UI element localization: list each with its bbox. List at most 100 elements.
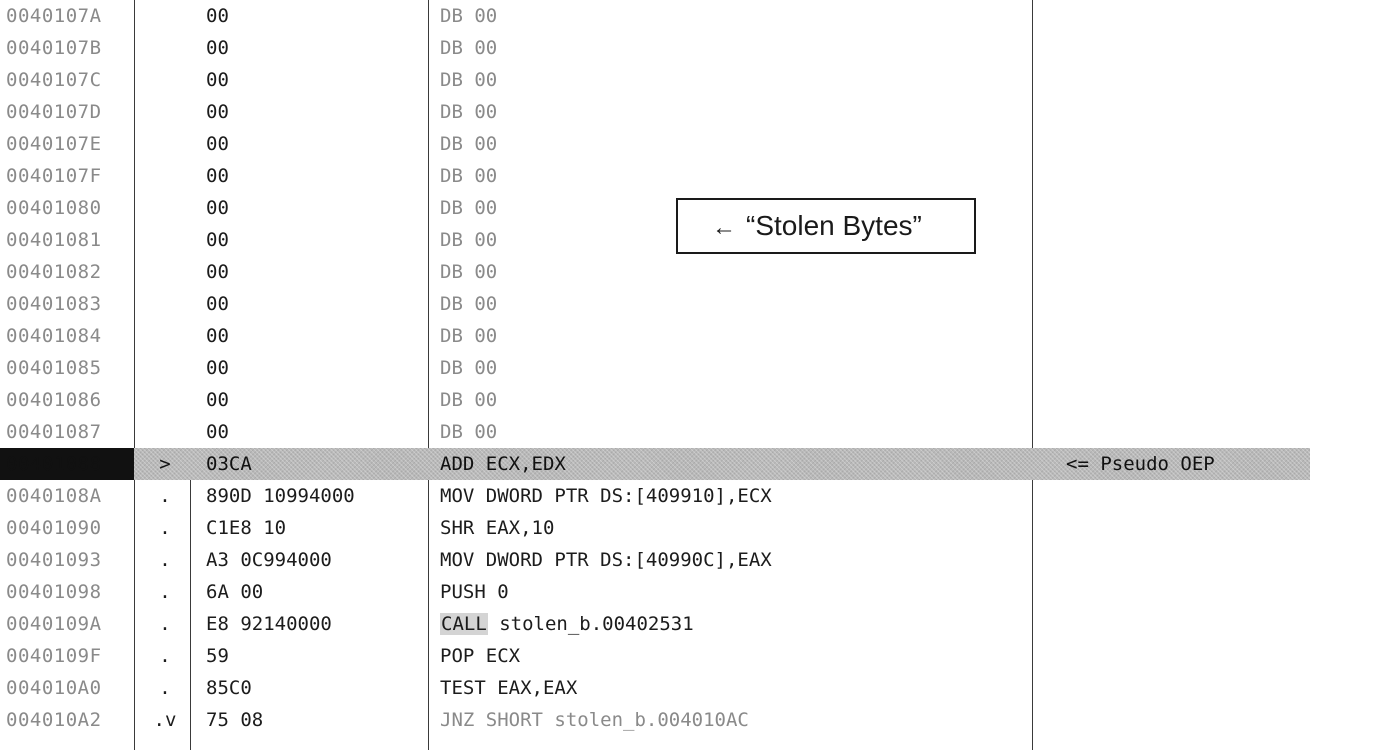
jump-marker: . xyxy=(159,645,171,667)
address-cell: 00401098 xyxy=(6,581,102,603)
instruction-cell: DB 00 xyxy=(440,293,498,315)
disasm-row[interactable]: 0040108A . 890D 10994000 MOV DWORD PTR D… xyxy=(0,480,1310,512)
instruction-cell: MOV DWORD PTR DS:[409910],ECX xyxy=(440,485,772,507)
disasm-row[interactable]: 00401084 00 DB 00 xyxy=(0,320,1310,352)
jump-marker: . xyxy=(159,581,171,603)
disasm-row[interactable]: 00401087 00 DB 00 xyxy=(0,416,1310,448)
comment-cell xyxy=(1066,224,1306,256)
jump-marker: . xyxy=(159,613,171,635)
left-arrow-icon: ← xyxy=(712,214,736,241)
hex-bytes-cell: 00 xyxy=(206,165,229,187)
hex-bytes-cell: 6A 00 xyxy=(206,581,264,603)
disassembly-pane[interactable]: 0040107A 00 DB 00 0040107B 00 DB 00 0040… xyxy=(0,0,1310,750)
disasm-row[interactable]: 004010A2 .v 75 08 JNZ SHORT stolen_b.004… xyxy=(0,704,1310,736)
instruction-cell: POP ECX xyxy=(440,645,521,667)
hex-bytes-cell: 59 xyxy=(206,645,229,667)
jump-marker xyxy=(150,128,180,160)
address-cell: 00401083 xyxy=(6,293,102,315)
disasm-row[interactable]: 0040107B 00 DB 00 xyxy=(0,32,1310,64)
disasm-row[interactable]: 00401093 . A3 0C994000 MOV DWORD PTR DS:… xyxy=(0,544,1310,576)
comment-cell xyxy=(1066,576,1306,608)
jump-marker: . xyxy=(159,677,171,699)
hex-bytes-cell: 890D 10994000 xyxy=(206,485,355,507)
comment-cell xyxy=(1066,704,1306,736)
disasm-row[interactable]: 00401083 00 DB 00 xyxy=(0,288,1310,320)
stolen-bytes-callout: ← “Stolen Bytes” xyxy=(676,198,976,254)
jump-marker xyxy=(150,256,180,288)
jump-marker xyxy=(150,96,180,128)
instruction-cell: DB 00 xyxy=(440,325,498,347)
hex-bytes-cell: 00 xyxy=(206,69,229,91)
address-cell: 00401086 xyxy=(6,389,102,411)
jump-marker xyxy=(150,32,180,64)
comment-cell xyxy=(1066,192,1306,224)
comment-cell xyxy=(1066,416,1306,448)
hex-bytes-cell: C1E8 10 xyxy=(206,517,287,539)
disasm-row[interactable]: 00401080 00 DB 00 xyxy=(0,192,1310,224)
disasm-row[interactable]: 00401090 . C1E8 10 SHR EAX,10 xyxy=(0,512,1310,544)
disasm-row[interactable]: 0040107E 00 DB 00 xyxy=(0,128,1310,160)
comment-cell xyxy=(1066,256,1306,288)
jump-marker xyxy=(150,192,180,224)
disasm-row[interactable]: 00401086 00 DB 00 xyxy=(0,384,1310,416)
address-cell: 00401085 xyxy=(6,357,102,379)
hex-bytes-cell: 85C0 xyxy=(206,677,252,699)
instruction-cell: DB 00 xyxy=(440,357,498,379)
comment-cell xyxy=(1066,352,1306,384)
instruction-cell: MOV DWORD PTR DS:[40990C],EAX xyxy=(440,549,772,571)
instruction-cell: DB 00 xyxy=(440,5,498,27)
hex-bytes-cell: 00 xyxy=(206,229,229,251)
comment-cell xyxy=(1066,128,1306,160)
jump-marker xyxy=(150,64,180,96)
address-cell: 00401093 xyxy=(6,549,102,571)
address-cell: 0040107B xyxy=(6,37,102,59)
comment-cell xyxy=(1066,480,1306,512)
disasm-row[interactable]: 00401081 00 DB 00 xyxy=(0,224,1310,256)
disasm-row[interactable]: 0040107A 00 DB 00 xyxy=(0,0,1310,32)
jump-marker xyxy=(150,224,180,256)
comment-cell xyxy=(1066,320,1306,352)
address-cell: 00401087 xyxy=(6,421,102,443)
hex-bytes-cell: 00 xyxy=(206,421,229,443)
address-cell: 0040107D xyxy=(6,101,102,123)
comment-cell xyxy=(1066,0,1306,32)
comment-cell xyxy=(1066,32,1306,64)
disasm-row[interactable]: 0040109A . E8 92140000 CALL stolen_b.004… xyxy=(0,608,1310,640)
disasm-row[interactable]: 0040107C 00 DB 00 xyxy=(0,64,1310,96)
instruction-cell: SHR EAX,10 xyxy=(440,517,555,539)
disasm-row[interactable]: 00401085 00 DB 00 xyxy=(0,352,1310,384)
instruction-cell: DB 00 xyxy=(440,389,498,411)
jump-marker: . xyxy=(159,485,171,507)
disasm-row[interactable]: 0040109F . 59 POP ECX xyxy=(0,640,1310,672)
comment-cell xyxy=(1066,512,1306,544)
comment-cell xyxy=(1066,608,1306,640)
hex-bytes-cell: 00 xyxy=(206,325,229,347)
address-cell: 0040107C xyxy=(6,69,102,91)
jump-marker xyxy=(150,0,180,32)
hex-bytes-cell: 00 xyxy=(206,293,229,315)
disasm-row[interactable]: 0040107D 00 DB 00 xyxy=(0,96,1310,128)
jump-marker: .v xyxy=(153,709,177,731)
disasm-row[interactable]: 00401098 . 6A 00 PUSH 0 xyxy=(0,576,1310,608)
comment-cell xyxy=(1066,672,1306,704)
address-cell: 0040109F xyxy=(6,645,102,667)
jump-marker xyxy=(150,160,180,192)
jump-marker: . xyxy=(159,517,171,539)
hex-bytes-cell: A3 0C994000 xyxy=(206,549,332,571)
instruction-cell: TEST EAX,EAX xyxy=(440,677,578,699)
hex-bytes-cell: 03CA xyxy=(206,453,252,475)
comment-cell xyxy=(1066,384,1306,416)
address-cell: 0040107E xyxy=(6,133,102,155)
disasm-row[interactable]: 004010A0 . 85C0 TEST EAX,EAX xyxy=(0,672,1310,704)
disasm-row-selected[interactable]: 00401088 > 03CA ADD ECX,EDX <= Pseudo OE… xyxy=(0,448,1310,480)
address-cell: 0040107A xyxy=(6,5,102,27)
address-cell: 004010A0 xyxy=(6,677,102,699)
comment-cell xyxy=(1066,64,1306,96)
hex-bytes-cell: E8 92140000 xyxy=(206,613,332,635)
address-cell: 00401082 xyxy=(6,261,102,283)
address-cell: 0040108A xyxy=(6,485,102,507)
jump-marker xyxy=(150,288,180,320)
disasm-row[interactable]: 00401082 00 DB 00 xyxy=(0,256,1310,288)
hex-bytes-cell: 00 xyxy=(206,197,229,219)
disasm-row[interactable]: 0040107F 00 DB 00 xyxy=(0,160,1310,192)
